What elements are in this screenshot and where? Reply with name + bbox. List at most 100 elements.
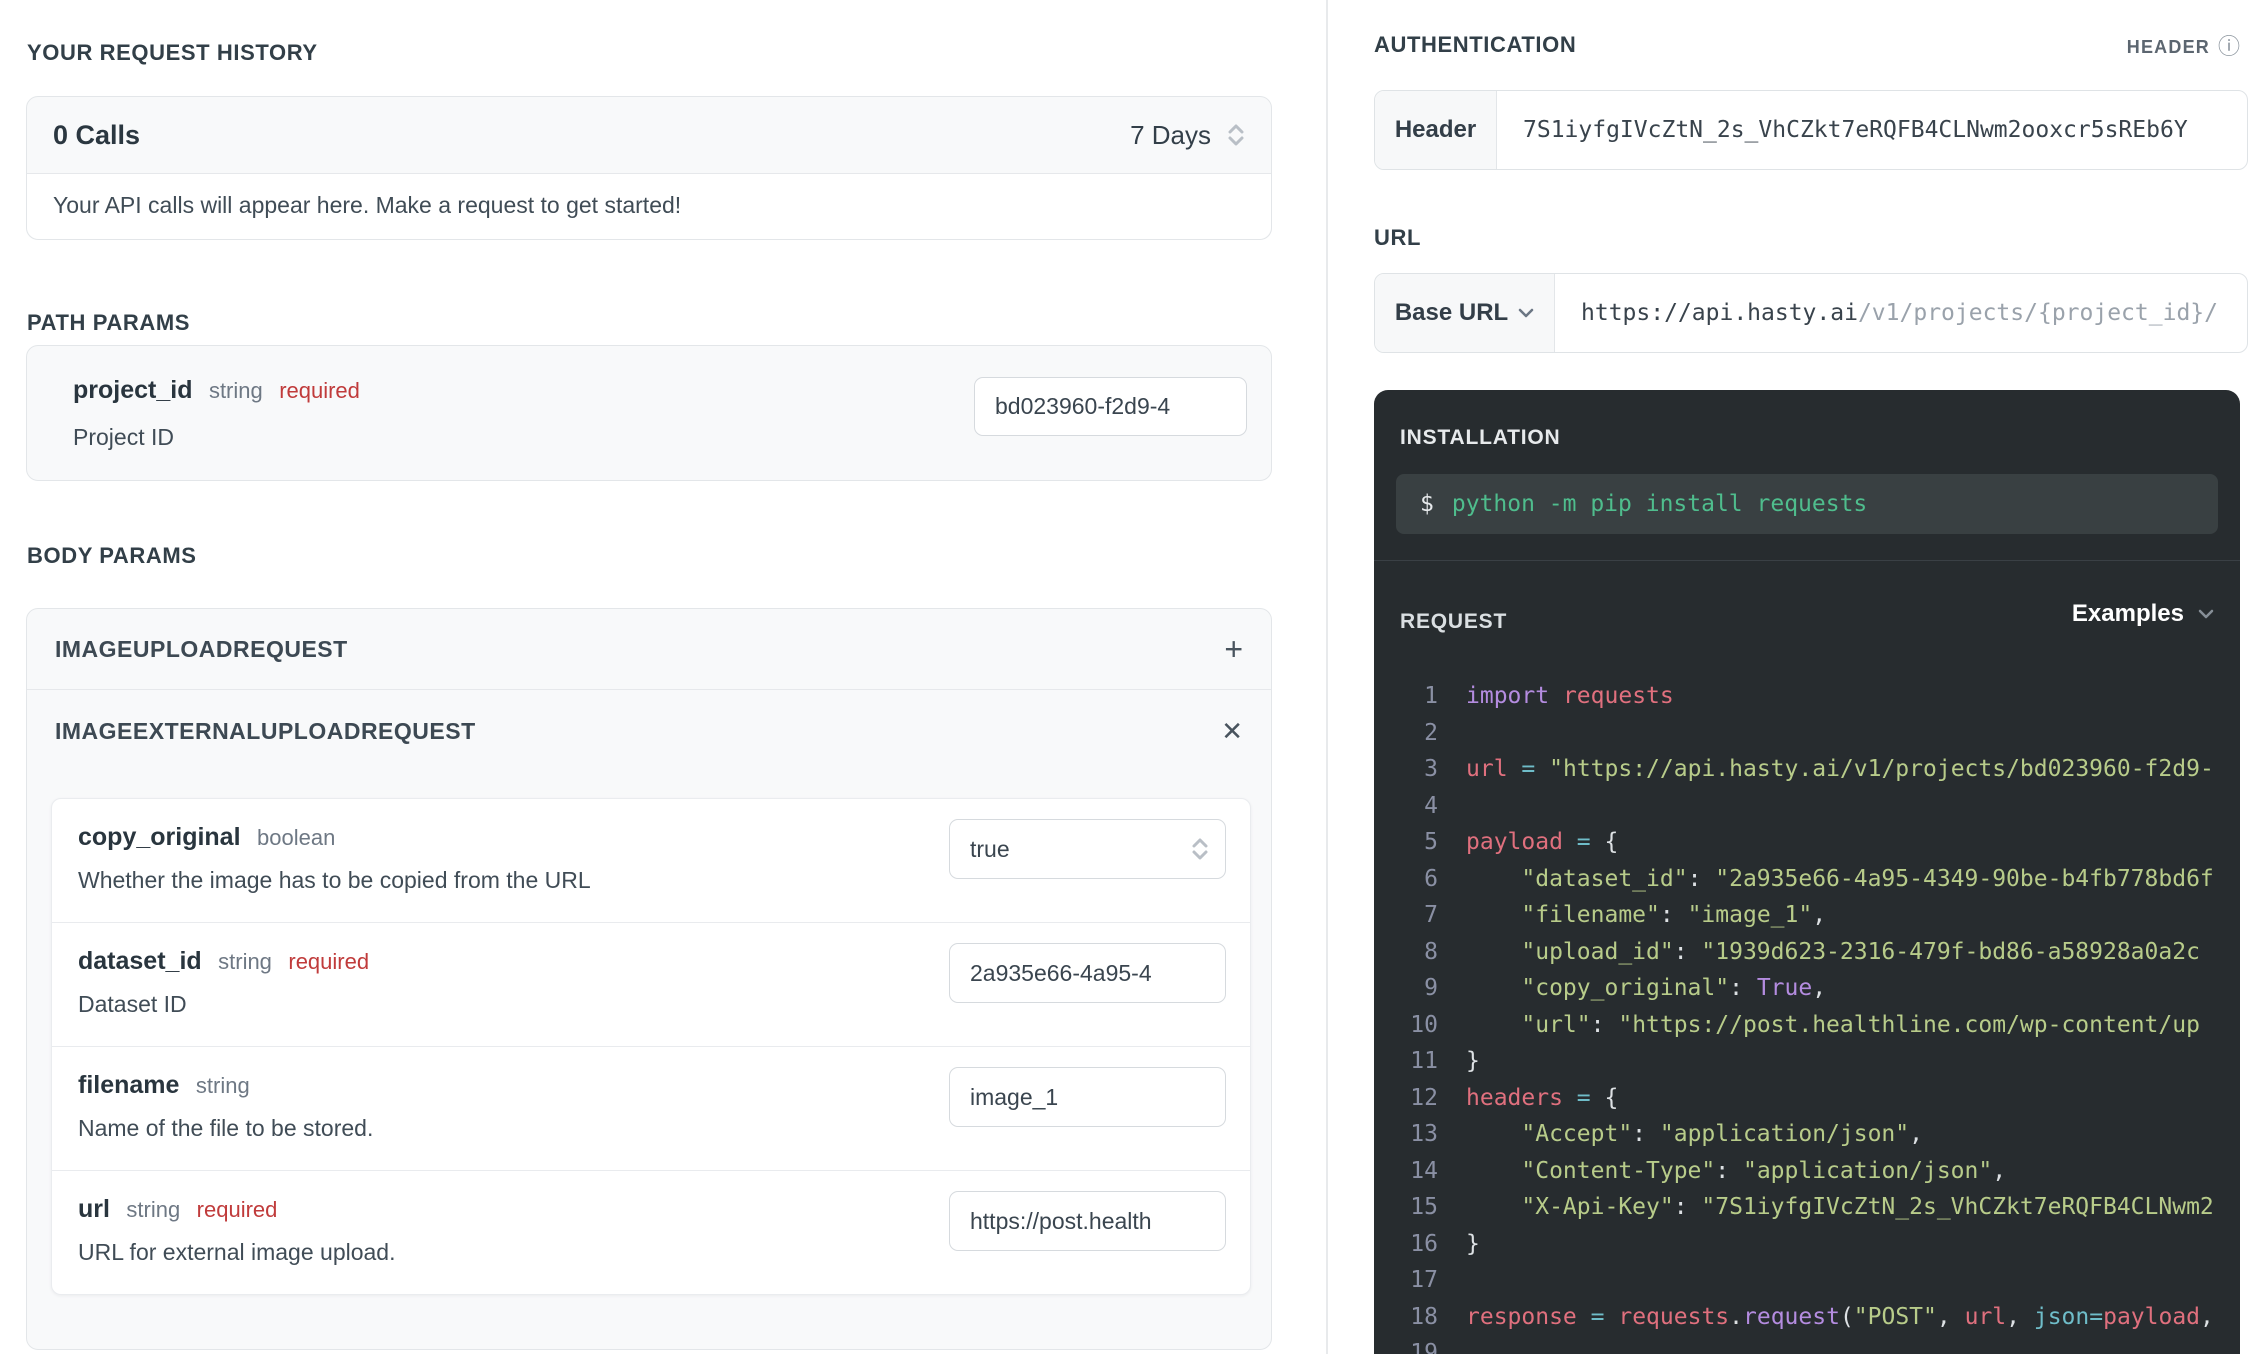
auth-mode-indicator[interactable]: HEADER ⓘ [2127,36,2240,58]
calls-count: 0 Calls [53,119,141,150]
schema-fields-card: copy_original boolean Whether the image … [51,798,1251,1295]
code-line: 5 payload = { [1398,824,2240,861]
auth-key-input[interactable]: 7S1iyfgIVcZtN_2s_VhCZkt7eRQFB4CLNwm2ooxc… [1497,91,2188,169]
line-number: 4 [1424,792,1438,819]
filename-value: image_1 [970,1083,1059,1110]
code-line-content [1466,715,2240,752]
line-number: 18 [1410,1303,1438,1330]
code-line-content: payload = { [1466,829,1619,855]
column-divider [1326,0,1328,1354]
panel-divider [1374,560,2240,561]
line-number: 16 [1410,1230,1438,1257]
code-line: 17 [1398,1262,2240,1299]
code-line: 9 "copy_original": True, [1398,970,2240,1007]
field-type: string [126,1197,181,1222]
body-params-card: IMAGEUPLOADREQUEST + IMAGEEXTERNALUPLOAD… [26,608,1272,1350]
base-url-host: https://api.hasty.ai [1581,300,1858,326]
line-number: 3 [1424,756,1438,782]
line-number: 15 [1410,1194,1438,1220]
code-line-content [1466,1262,2240,1299]
chevron-updown-icon [1192,838,1208,860]
schema-row-imageexternaluploadrequest[interactable]: IMAGEEXTERNALUPLOADREQUEST ✕ [27,689,1271,772]
plus-icon[interactable]: + [1224,633,1243,665]
dataset-id-value: 2a935e66-4a95-4 [970,959,1152,986]
code-line: 19 [1398,1335,2240,1354]
code-line: 2 [1398,715,2240,752]
path-params-card: project_id string required Project ID bd… [26,345,1272,481]
copy-original-select[interactable]: true [949,819,1226,879]
filename-input[interactable]: image_1 [949,1067,1226,1127]
param-name: project_id [73,376,193,404]
code-line: 1 import requests [1398,678,2240,715]
code-line-content: import requests [1466,683,1674,709]
dataset-id-input[interactable]: 2a935e66-4a95-4 [949,943,1226,1003]
auth-key-label-cell: Header [1375,91,1497,169]
url-value: https://post.health [970,1207,1152,1234]
field-name: url [78,1195,110,1223]
field-row-filename: filename string Name of the file to be s… [52,1046,1250,1170]
period-select[interactable]: 7 Days [1130,120,1245,151]
line-number: 1 [1424,683,1438,709]
body-params-title: BODY PARAMS [27,543,197,568]
field-row-copy-original: copy_original boolean Whether the image … [52,799,1250,922]
field-name: copy_original [78,823,241,851]
line-number: 7 [1424,902,1438,928]
param-required-badge: required [279,378,360,403]
field-type: string [195,1073,250,1098]
field-required-badge: required [288,949,370,974]
code-line: 13 "Accept": "application/json", [1398,1116,2240,1153]
line-number: 2 [1424,719,1438,746]
code-line-content [1466,1335,2240,1354]
field-name: dataset_id [78,947,202,975]
request-history-empty-state: Your API calls will appear here. Make a … [27,174,1271,239]
line-number: 8 [1424,938,1438,965]
base-url-label: Base URL [1394,299,1509,326]
field-row-dataset-id: dataset_id string required Dataset ID 2a… [52,922,1250,1046]
code-line: 15 "X-Api-Key": "7S1iyfgIVcZtN_2s_VhCZkt… [1398,1189,2240,1226]
base-url-select[interactable]: Base URL [1375,274,1555,352]
code-line-content: "filename": "image_1", [1521,902,1827,928]
auth-mode-label: HEADER [2126,36,2210,57]
line-number: 6 [1424,865,1438,892]
line-number: 11 [1410,1048,1438,1074]
empty-message: Your API calls will appear here. Make a … [53,192,682,218]
code-line: 3 url = "https://api.hasty.ai/v1/projects… [1398,751,2240,788]
code-line-content: "X-Api-Key": "7S1iyfgIVcZtN_2s_VhCZkt7eR… [1521,1194,2214,1220]
schema-name: IMAGEEXTERNALUPLOADREQUEST [55,717,476,744]
code-line: 8 "upload_id": "1939d623-2316-479f-bd86-… [1398,934,2240,971]
code-line: 10 "url": "https://post.healthline.com/w… [1398,1007,2240,1044]
code-line: 14 "Content-Type": "application/json", [1398,1153,2240,1190]
schema-row-imageuploadrequest[interactable]: IMAGEUPLOADREQUEST + [27,609,1271,689]
code-line: 4 [1398,788,2240,825]
project-id-input[interactable]: bd023960-f2d9-4 [974,377,1247,436]
field-type: boolean [257,825,336,850]
chevron-down-icon [1518,308,1534,318]
code-panel: INSTALLATION $ python -m pip install req… [1374,390,2240,1354]
code-line-content: "copy_original": True, [1521,975,1827,1001]
base-url-box: Base URL https://api.hasty.ai/v1/project… [1374,273,2248,353]
code-line-content [1466,788,2240,825]
period-value: 7 Days [1130,119,1211,150]
code-line: 6 "dataset_id": "2a935e66-4a95-4349-90be… [1398,861,2240,898]
code-line-content: "Accept": "application/json", [1521,1121,1923,1147]
line-number: 5 [1424,829,1438,855]
code-line-content: } [1466,1048,1480,1074]
info-circle-icon[interactable]: ⓘ [2218,36,2240,58]
examples-dropdown[interactable]: Examples [2072,600,2214,628]
url-input[interactable]: https://post.health [949,1191,1226,1251]
close-icon[interactable]: ✕ [1221,718,1243,744]
field-name: filename [78,1071,180,1099]
code-line-content: headers = { [1466,1084,1619,1111]
auth-key-label: Header [1394,116,1477,143]
shell-prompt: $ [1420,491,1434,517]
base-url-value-cell: https://api.hasty.ai/v1/projects/{projec… [1555,274,2218,352]
line-number: 19 [1410,1340,1438,1354]
code-line-content: response = requests.request("POST", url,… [1466,1303,2214,1330]
field-required-badge: required [196,1197,278,1222]
project-id-value: bd023960-f2d9-4 [995,393,1171,419]
line-number: 12 [1410,1084,1438,1111]
request-title: REQUEST [1400,610,1508,633]
code-line-content: "upload_id": "1939d623-2316-479f-bd86-a5… [1521,938,2200,965]
line-number: 14 [1410,1157,1438,1184]
install-command-box[interactable]: $ python -m pip install requests [1396,474,2218,534]
